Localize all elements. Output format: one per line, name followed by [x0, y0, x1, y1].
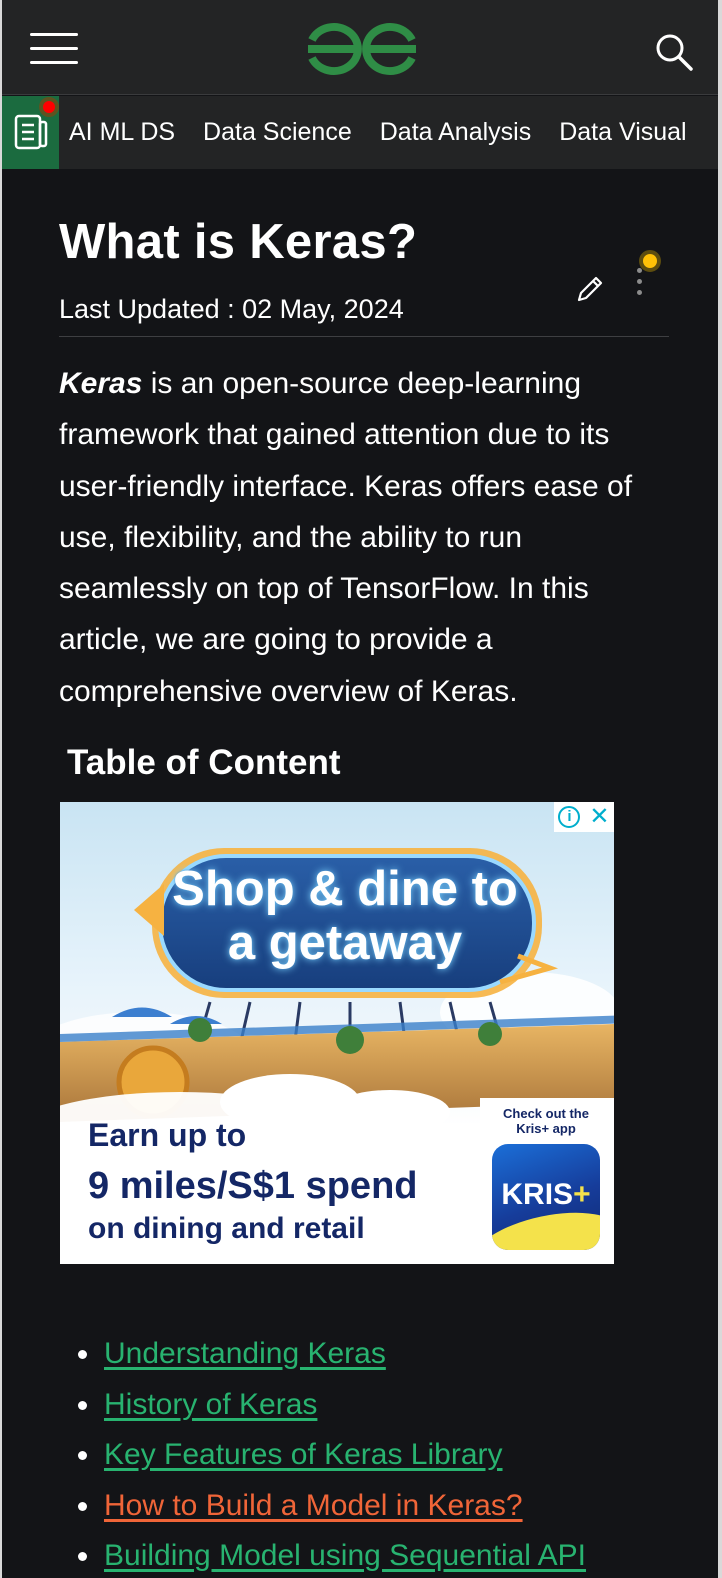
hamburger-menu-icon[interactable]	[30, 30, 78, 68]
kris-app-name: KRIS	[501, 1178, 574, 1211]
toc-list: Understanding Keras History of Keras Key…	[78, 1332, 586, 1578]
category-ai-ml-ds[interactable]: AI ML DS	[59, 96, 185, 169]
ad-close-icon[interactable]: ✕	[589, 805, 609, 829]
category-data-analysis[interactable]: Data Analysis	[370, 96, 541, 169]
category-bar: AI ML DS Data Science Data Analysis Data Vi…	[2, 96, 718, 169]
toc-link-build-model[interactable]: How to Build a Model in Keras?	[104, 1489, 523, 1522]
kris-plus-app-icon[interactable]: KRIS+	[492, 1144, 600, 1250]
last-updated: Last Updated : 02 May, 2024	[59, 294, 404, 324]
toc-heading: Table of Content	[67, 743, 341, 782]
pencil-icon[interactable]	[574, 273, 606, 305]
page-title: What is Keras?	[59, 215, 418, 269]
intro-text: is an open-source deep-learning framewor…	[59, 367, 633, 708]
geeksforgeeks-logo[interactable]	[304, 18, 420, 78]
toc-link-understanding-keras[interactable]: Understanding Keras	[104, 1337, 386, 1370]
ad-dining-text: on dining and retail	[88, 1212, 365, 1245]
ad-headline: Shop & dine to a getaway	[172, 862, 518, 970]
toc-link-history-of-keras[interactable]: History of Keras	[104, 1388, 317, 1421]
category-data-visualization[interactable]: Data Visualization	[549, 96, 687, 169]
site-header	[2, 0, 718, 95]
notification-dot-yellow	[639, 250, 661, 272]
article-list-icon	[14, 114, 48, 150]
ad-checkout-text: Check out the Kris+ app	[503, 1106, 589, 1136]
kris-app-plus: +	[573, 1178, 591, 1211]
ad-miles-text: 9 miles/S$1 spend	[88, 1165, 418, 1207]
page-frame: AI ML DS Data Science Data Analysis Data Vi…	[0, 0, 722, 1578]
category-data-science[interactable]: Data Science	[193, 96, 362, 169]
list-item: Building Model using Sequential API	[78, 1534, 586, 1578]
intro-keyword: Keras	[59, 367, 143, 400]
notification-dot	[39, 97, 59, 117]
list-item: How to Build a Model in Keras?	[78, 1484, 586, 1535]
search-icon[interactable]	[654, 32, 694, 72]
title-divider	[59, 336, 669, 337]
ad-controls: i ✕	[554, 802, 614, 832]
category-scroll[interactable]: AI ML DS Data Science Data Analysis Data Vi…	[59, 96, 687, 169]
toc-link-key-features[interactable]: Key Features of Keras Library	[104, 1438, 503, 1471]
ad-earn-text: Earn up to	[88, 1117, 247, 1153]
list-item: History of Keras	[78, 1383, 586, 1434]
list-item: Understanding Keras	[78, 1332, 586, 1383]
ad-info-icon[interactable]: i	[558, 806, 581, 828]
intro-paragraph: Keras is an open-source deep-learning fr…	[59, 358, 669, 717]
toc-link-sequential-api[interactable]: Building Model using Sequential API	[104, 1539, 586, 1572]
advertisement[interactable]: Shop & dine to a getaway Earn up to 9 mi…	[60, 802, 614, 1264]
list-item: Key Features of Keras Library	[78, 1433, 586, 1484]
